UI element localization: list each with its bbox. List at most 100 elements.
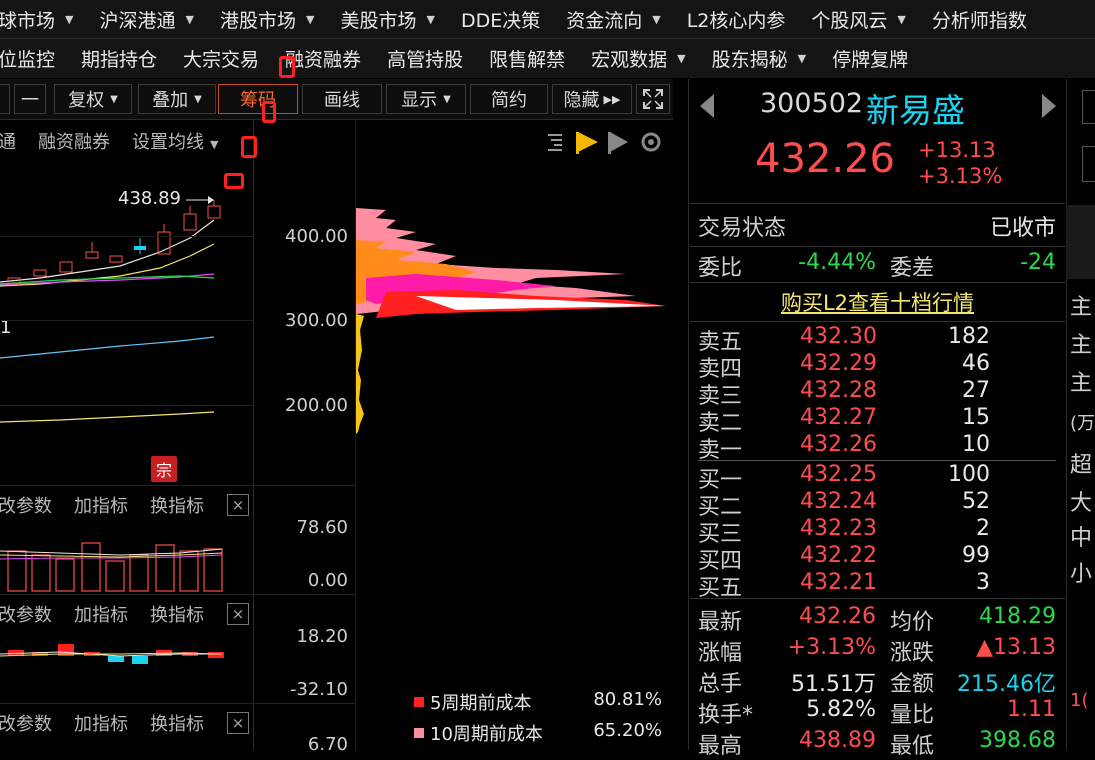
xianshi-label: 显示: [401, 90, 438, 111]
side-button[interactable]: [1082, 146, 1095, 182]
menu-item[interactable]: L2核心内参: [687, 6, 812, 33]
pane-divider: [0, 485, 356, 486]
add-indicator-button[interactable]: 加指标: [74, 710, 128, 736]
jianyue-button[interactable]: 简约: [470, 84, 548, 114]
orderbook-price: 432.25: [800, 462, 877, 487]
ma-line-white: [0, 219, 215, 283]
add-indicator-button[interactable]: 加指标: [74, 601, 128, 627]
l2-purchase-link[interactable]: 购买L2查看十档行情: [690, 287, 1065, 317]
switch-indicator-button[interactable]: 换指标: [150, 710, 204, 736]
chevron-down-icon: ▼: [305, 12, 315, 26]
peak-arrow: [208, 196, 214, 204]
menu-item[interactable]: 美股市场 ▼: [340, 6, 460, 33]
bars-icon[interactable]: [548, 134, 562, 151]
orderbook-price: 432.23: [800, 516, 877, 541]
menu-item-label: 限售解禁: [489, 48, 566, 71]
huaxian-label: 画线: [324, 90, 360, 111]
close-icon[interactable]: ×: [227, 494, 249, 516]
close-icon[interactable]: ×: [227, 712, 249, 734]
macd-axis-top: 18.20: [296, 626, 348, 647]
orderbook-price: 432.29: [800, 351, 877, 376]
trade-status-label: 交易状态: [698, 216, 787, 241]
toolbar-edge: [0, 84, 10, 114]
play-icon: ▶▶: [603, 92, 621, 106]
menu-item[interactable]: 球市场 ▼: [0, 6, 99, 33]
side-button[interactable]: [1082, 90, 1095, 124]
orderbook-volume: 3: [976, 570, 990, 595]
switch-indicator-button[interactable]: 换指标: [150, 492, 204, 518]
chip-distribution[interactable]: [356, 200, 676, 460]
legend-swatch-pink: [414, 728, 424, 738]
annotation-marker: [241, 136, 257, 158]
menu-item-label: 期指持仓: [81, 48, 158, 71]
chevron-down-icon: ▼: [65, 12, 74, 26]
fullscreen-button[interactable]: [636, 84, 670, 114]
ma-line-yellow: [0, 243, 215, 287]
next-stock-icon[interactable]: [1042, 94, 1056, 118]
menu-item[interactable]: 股东揭秘 ▼: [712, 45, 832, 72]
orderbook-volume: 27: [962, 378, 990, 403]
flag-arrow-icon[interactable]: [576, 132, 598, 154]
menu-item[interactable]: 限售解禁: [489, 45, 591, 72]
orderbook-price: 432.21: [800, 570, 877, 595]
stat-value: 5.82%: [806, 697, 876, 722]
subtab-margin[interactable]: 融资融券: [38, 128, 110, 154]
xianshi-button[interactable]: 显示 ▼: [386, 84, 466, 114]
orderbook-volume: 52: [962, 489, 990, 514]
menu-item[interactable]: 宏观数据 ▼: [591, 45, 711, 72]
add-indicator-button[interactable]: 加指标: [74, 492, 128, 518]
stat-label: 最低: [890, 734, 935, 759]
stat-label: 涨幅: [698, 641, 743, 666]
dash-button[interactable]: 一: [14, 84, 46, 114]
chevron-down-icon: ▼: [426, 12, 435, 26]
modify-params-button[interactable]: 改参数: [0, 710, 52, 736]
subtab-ma-settings[interactable]: 设置均线 ▼: [132, 128, 218, 154]
diejia-button[interactable]: 叠加 ▼: [138, 84, 216, 114]
huaxian-button[interactable]: 画线: [302, 84, 382, 114]
menu-item[interactable]: 停牌复牌: [832, 45, 934, 72]
macd-chart[interactable]: [0, 632, 253, 682]
chevron-down-icon: ▼: [443, 93, 451, 105]
indicator-bar-1: 改参数 加指标 换指标: [0, 490, 204, 520]
orderbook-volume: 182: [948, 324, 990, 349]
volume-axis-top: 78.60: [296, 517, 348, 538]
chouma-button[interactable]: 筹码: [218, 84, 298, 114]
menu-item[interactable]: 沪深港通 ▼: [99, 6, 219, 33]
prev-stock-icon[interactable]: [700, 94, 714, 118]
menu-item-label: 股东揭秘: [711, 48, 788, 71]
candles: [7, 200, 221, 285]
menu-item[interactable]: 大宗交易: [183, 45, 285, 72]
menu-item[interactable]: 个股风云 ▼: [811, 6, 931, 33]
stock-name: 新易盛: [866, 91, 965, 130]
divider: [690, 282, 1065, 283]
menu-item[interactable]: 高管持股: [387, 45, 489, 72]
chevron-down-icon: ▼: [652, 12, 661, 26]
gridline: [0, 320, 253, 321]
macd-axis-bottom: -32.10: [289, 679, 348, 700]
panel-divider: [688, 79, 689, 750]
yincang-button[interactable]: 隐藏 ▶▶: [552, 84, 632, 114]
chip-layer-yellow: [356, 314, 364, 434]
fuquan-button[interactable]: 复权 ▼: [54, 84, 132, 114]
subtab-tong[interactable]: 通: [0, 128, 16, 154]
stat-label: 量比: [890, 703, 935, 728]
switch-indicator-button[interactable]: 换指标: [150, 601, 204, 627]
block-trade-badge[interactable]: 宗: [151, 456, 177, 482]
close-icon[interactable]: ×: [227, 603, 249, 625]
stat-label: 最高: [698, 734, 743, 759]
menu-item[interactable]: DDE决策: [461, 6, 566, 33]
modify-params-button[interactable]: 改参数: [0, 492, 52, 518]
gear-icon[interactable]: [641, 132, 661, 152]
menu-item-label: 大宗交易: [183, 48, 260, 71]
menu-item[interactable]: 港股市场 ▼: [220, 6, 340, 33]
menu-item[interactable]: 融资融券: [285, 45, 387, 72]
menu-item[interactable]: 资金流向 ▼: [566, 6, 686, 33]
modify-params-button[interactable]: 改参数: [0, 601, 52, 627]
orderbook-volume: 100: [948, 462, 990, 487]
menu-item-label: 球市场: [0, 9, 56, 32]
menu-item[interactable]: 分析师指数: [932, 6, 1053, 33]
volume-chart[interactable]: [0, 525, 253, 595]
menu-item[interactable]: 期指持仓: [81, 45, 183, 72]
menu-item[interactable]: 位监控: [0, 45, 81, 72]
play-arrow-icon[interactable]: [608, 132, 628, 154]
